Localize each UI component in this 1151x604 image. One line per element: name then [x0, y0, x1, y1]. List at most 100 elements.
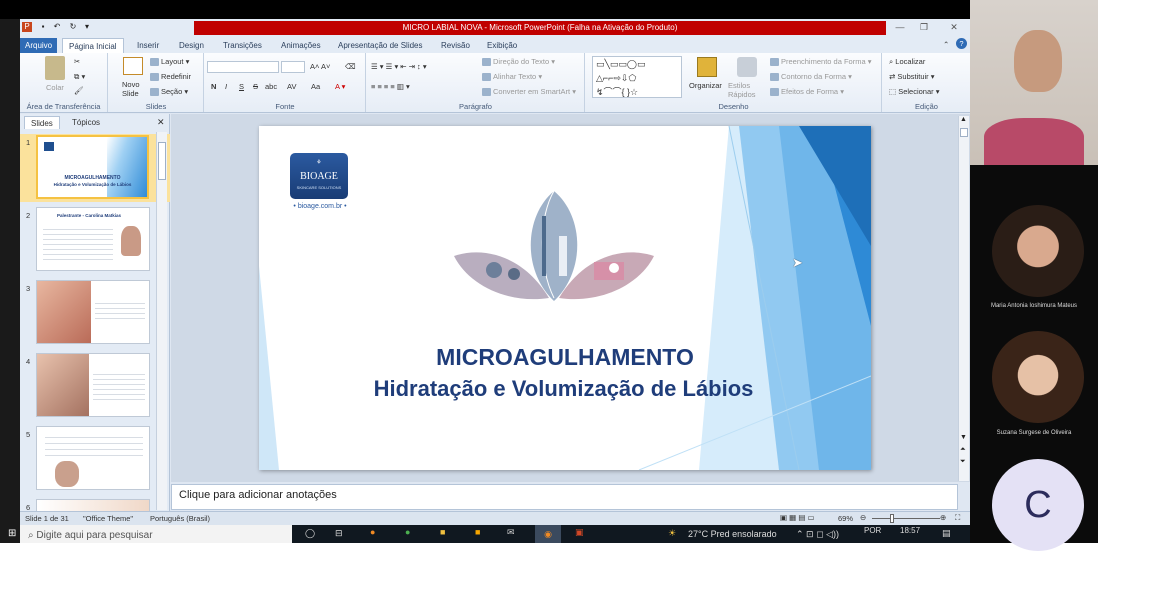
- align-icons[interactable]: ≡ ≡ ≡ ≡ ▥ ▾: [371, 82, 410, 91]
- slide-thumbnail-3[interactable]: 3: [20, 280, 170, 346]
- zoom-in-icon[interactable]: ⊕: [940, 513, 946, 522]
- tab-design[interactable]: Design: [179, 38, 204, 53]
- cut-icon[interactable]: ✂: [74, 57, 80, 66]
- app-icon[interactable]: ■: [475, 527, 480, 537]
- weather-text[interactable]: 27°C Pred ensolarado: [688, 529, 777, 539]
- quick-styles-button[interactable]: Estilos Rápidos: [728, 81, 762, 99]
- slide-thumbnail-2[interactable]: 2 Palestrante - Carolina Matkias: [20, 207, 170, 273]
- underline-button[interactable]: S: [239, 82, 244, 91]
- shadow-button[interactable]: abc: [265, 82, 277, 91]
- format-painter-icon[interactable]: 🖌: [74, 86, 84, 95]
- font-name-field[interactable]: [207, 61, 279, 73]
- scroll-thumb[interactable]: [960, 128, 968, 137]
- clock-time[interactable]: 18:57: [900, 526, 920, 535]
- text-direction-button[interactable]: Direção do Texto ▾: [482, 57, 555, 67]
- tab-animations[interactable]: Animações: [281, 38, 321, 53]
- strikethrough-button[interactable]: S: [253, 82, 258, 91]
- slide-subtitle[interactable]: Hidratação e Volumização de Lábios: [259, 376, 871, 402]
- new-slide-button[interactable]: Novo Slide: [122, 80, 152, 98]
- arrange-button[interactable]: Organizar: [689, 81, 722, 90]
- font-size-field[interactable]: [281, 61, 305, 73]
- tab-home[interactable]: Página Inicial: [62, 38, 124, 53]
- participant-initial-avatar[interactable]: C: [992, 459, 1084, 551]
- tab-view[interactable]: Exibição: [487, 38, 517, 53]
- zoom-out-icon[interactable]: ⊖: [860, 513, 866, 522]
- zoom-slider[interactable]: [872, 518, 940, 519]
- tab-insert[interactable]: Inserir: [137, 38, 159, 53]
- help-icon[interactable]: ?: [956, 38, 967, 49]
- participant-avatar-2[interactable]: [992, 331, 1084, 423]
- close-icon[interactable]: ✕: [942, 21, 966, 34]
- zoom-app-icon[interactable]: ◉: [535, 525, 561, 543]
- undo-icon[interactable]: ↶: [52, 22, 62, 32]
- tab-slides-panel[interactable]: Slides: [24, 116, 60, 129]
- font-color-icon[interactable]: A ▾: [335, 82, 345, 91]
- slides-panel-scrollbar[interactable]: [156, 132, 167, 510]
- fit-window-icon[interactable]: ⛶: [955, 513, 960, 523]
- zoom-slider-thumb[interactable]: [890, 514, 894, 523]
- clear-format-icon[interactable]: ⌫: [345, 62, 356, 71]
- tab-slideshow[interactable]: Apresentação de Slides: [338, 38, 423, 53]
- shape-effects-button[interactable]: Efeitos de Forma ▾: [770, 87, 844, 97]
- tab-transitions[interactable]: Transições: [223, 38, 262, 53]
- powerpoint-app-icon[interactable]: P: [22, 22, 32, 32]
- powerpoint-taskbar-icon[interactable]: ▣: [575, 527, 584, 538]
- shape-outline-button[interactable]: Contorno da Forma ▾: [770, 72, 852, 82]
- replace-button[interactable]: ⇄ Substituir ▾: [889, 72, 935, 81]
- customize-toolbar-icon[interactable]: ▾: [82, 22, 92, 32]
- italic-button[interactable]: I: [225, 82, 227, 91]
- firefox-icon[interactable]: ●: [370, 527, 375, 537]
- input-language[interactable]: POR: [864, 526, 881, 535]
- bold-button[interactable]: N: [211, 82, 216, 91]
- tray-icons[interactable]: ⌃ ⊡ ◻ ◁)): [796, 529, 839, 540]
- section-button[interactable]: Seção ▾: [150, 87, 188, 97]
- view-buttons-icon[interactable]: ▣ ▦ ▤ ▭: [780, 513, 815, 522]
- chrome-icon[interactable]: ●: [405, 527, 410, 537]
- slide-thumbnail-1[interactable]: 1 MICROAGULHAMENTO Hidratação e Volumiza…: [20, 134, 170, 202]
- editor-scrollbar[interactable]: ▲ ▼ ⏶ ⏷: [958, 116, 969, 481]
- shapes-gallery[interactable]: ▭╲▭▭◯▭ △⌐⌐⇨⇩⬠ ↯⌒⌒{ }☆: [592, 56, 682, 98]
- participant-avatar-1[interactable]: [992, 205, 1084, 297]
- find-button[interactable]: ⌕ Localizar: [889, 57, 925, 67]
- bullets-icon[interactable]: ☰ ▾ ☰ ▾ ⇤ ⇥ ↕ ▾: [371, 62, 427, 71]
- notes-pane[interactable]: Clique para adicionar anotações: [171, 484, 958, 510]
- shape-fill-button[interactable]: Preenchimento da Forma ▾: [770, 57, 871, 67]
- next-slide-icon[interactable]: ⏷: [960, 458, 966, 466]
- slide-thumbnail-4[interactable]: 4: [20, 353, 170, 419]
- task-view-icon[interactable]: ◯: [305, 528, 315, 539]
- current-slide[interactable]: ⚘ BIOAGE SKINCARE SOLUTIONS • bioage.com…: [259, 126, 871, 470]
- redo-icon[interactable]: ↻: [68, 22, 78, 32]
- minimize-icon[interactable]: —: [888, 21, 912, 34]
- mail-icon[interactable]: ✉: [507, 527, 515, 538]
- copy-icon[interactable]: ⧉ ▾: [74, 72, 85, 82]
- scroll-up-icon[interactable]: ▲: [960, 116, 967, 123]
- language-status[interactable]: Português (Brasil): [150, 514, 210, 523]
- select-button[interactable]: ⬚ Selecionar ▾: [889, 87, 940, 96]
- close-panel-icon[interactable]: ✕: [157, 117, 165, 128]
- scroll-thumb[interactable]: [158, 142, 166, 180]
- slide-title[interactable]: MICROAGULHAMENTO: [259, 344, 871, 371]
- save-icon[interactable]: ▪: [38, 22, 48, 32]
- tab-file[interactable]: Arquivo: [20, 38, 58, 53]
- change-case-button[interactable]: Aa: [311, 82, 320, 91]
- taskbar-search[interactable]: ⌕ Digite aqui para pesquisar: [20, 525, 292, 543]
- windows-start-icon[interactable]: ⊞: [8, 528, 16, 539]
- notifications-icon[interactable]: ▤: [942, 528, 951, 539]
- zoom-level[interactable]: 69%: [838, 514, 853, 523]
- spacing-button[interactable]: AV: [287, 82, 296, 91]
- align-text-button[interactable]: Alinhar Texto ▾: [482, 72, 542, 82]
- scroll-down-icon[interactable]: ▼: [960, 434, 967, 441]
- layout-button[interactable]: Layout ▾: [150, 57, 189, 67]
- smartart-button[interactable]: Converter em SmartArt ▾: [482, 87, 576, 97]
- file-explorer-icon[interactable]: ■: [440, 527, 445, 537]
- tab-review[interactable]: Revisão: [441, 38, 470, 53]
- reset-button[interactable]: Redefinir: [150, 72, 191, 82]
- paste-button[interactable]: Colar: [46, 83, 64, 92]
- minimize-ribbon-icon[interactable]: ⌃: [943, 40, 949, 49]
- widgets-icon[interactable]: ⊟: [335, 528, 343, 539]
- grow-font-icon[interactable]: A˄ A˅: [310, 62, 330, 71]
- previous-slide-icon[interactable]: ⏶: [960, 446, 966, 454]
- slide-thumbnail-5[interactable]: 5: [20, 426, 170, 492]
- tab-outline-panel[interactable]: Tópicos: [66, 116, 106, 129]
- maximize-icon[interactable]: ❐: [912, 21, 936, 34]
